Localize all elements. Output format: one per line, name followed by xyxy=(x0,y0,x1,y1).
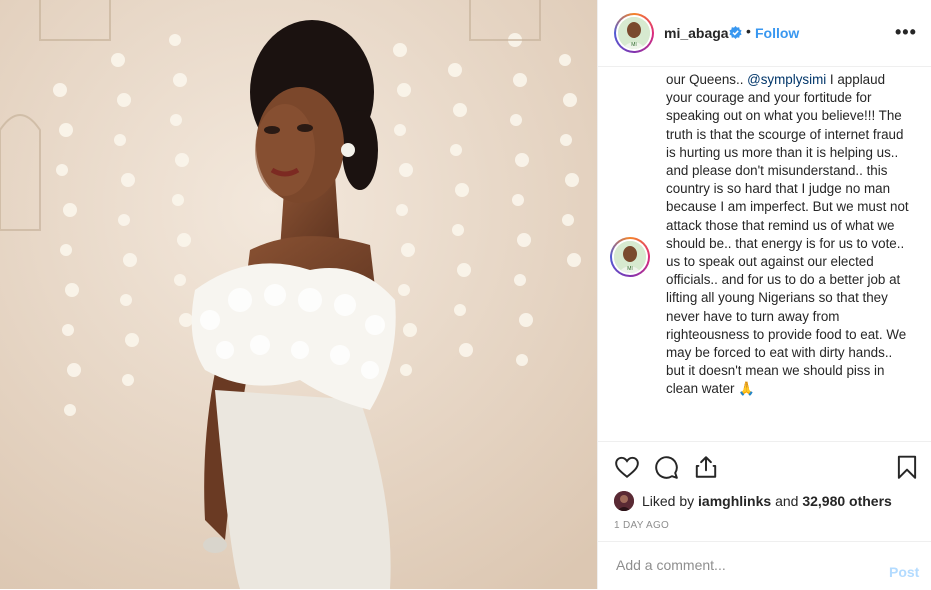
heart-icon[interactable] xyxy=(614,454,640,480)
liker-avatar[interactable] xyxy=(614,491,634,511)
post-caption: our Queens.. @symplysimi I applaud your … xyxy=(666,71,912,399)
comments-list[interactable]: our Queens.. @symplysimi I applaud your … xyxy=(598,67,931,441)
post-timestamp[interactable]: 1 DAY AGO xyxy=(614,520,669,531)
post-photo[interactable] xyxy=(0,0,597,589)
share-icon[interactable] xyxy=(693,454,719,480)
follow-button[interactable]: Follow xyxy=(755,25,799,41)
post-comment-button[interactable]: Post xyxy=(889,564,919,580)
avatar-image: MI xyxy=(614,241,646,273)
avatar-text: MI xyxy=(631,42,637,48)
likes-count-link[interactable]: 32,980 others xyxy=(802,493,892,509)
author-avatar[interactable]: MI xyxy=(614,13,654,53)
avatar-text: MI xyxy=(627,266,633,272)
caption-mention-link[interactable]: @symplysimi xyxy=(747,72,826,87)
header-separator: • xyxy=(746,23,751,39)
avatar-illustration: MI xyxy=(618,17,650,49)
caption-text-rest: I applaud your courage and your fortitud… xyxy=(666,72,909,397)
post-details-panel: MI mi_abaga • Follow ••• our Queens.. @s… xyxy=(597,0,931,589)
caption-text-start: our Queens.. xyxy=(666,72,748,87)
more-options-icon[interactable]: ••• xyxy=(895,22,917,43)
avatar-image: MI xyxy=(618,17,650,49)
author-username[interactable]: mi_abaga xyxy=(664,25,729,41)
add-comment-bar: Post xyxy=(598,541,931,590)
comment-icon[interactable] xyxy=(653,454,679,480)
likes-middle: and xyxy=(771,493,803,509)
post-actions: Liked by iamghlinks and 32,980 others 1 … xyxy=(598,441,931,542)
photo-illustration xyxy=(0,0,597,589)
liker-avatar-illustration xyxy=(614,491,634,511)
comment-input[interactable] xyxy=(614,556,868,574)
post-header: MI mi_abaga • Follow ••• xyxy=(598,0,931,67)
post-dialog: MI mi_abaga • Follow ••• our Queens.. @s… xyxy=(0,0,931,589)
verified-badge-icon xyxy=(729,26,742,39)
caption-author-avatar[interactable]: MI xyxy=(610,237,650,277)
liker-username[interactable]: iamghlinks xyxy=(698,493,771,509)
likes-text: Liked by iamghlinks and 32,980 others xyxy=(642,493,892,509)
avatar-illustration: MI xyxy=(614,241,646,273)
likes-prefix: Liked by xyxy=(642,493,699,509)
bookmark-icon[interactable] xyxy=(894,454,920,480)
